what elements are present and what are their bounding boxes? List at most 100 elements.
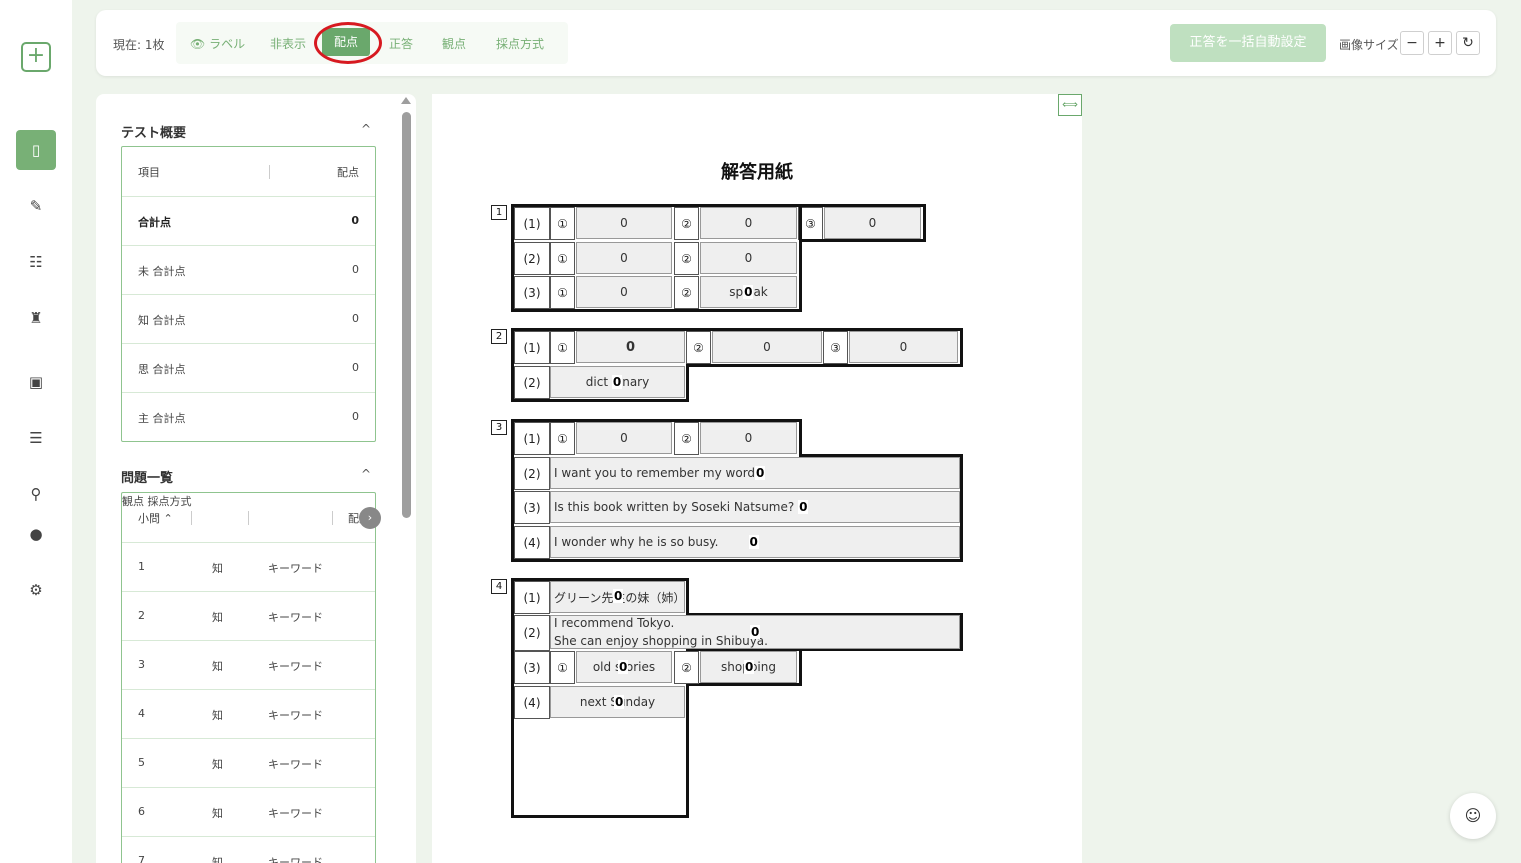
question-number: 3 [138,658,145,671]
questions-table: 小問 ⌃ 観点 採点方式 配点 › 1知キーワード 2知キーワード 3知キーワー… [121,492,381,863]
question-number: 6 [138,805,145,818]
sub-label: ② [674,422,699,455]
divider [191,511,192,525]
panel-scrollbar[interactable] [402,112,411,518]
sub-label: ② [674,276,699,309]
sheet-title: 解答用紙 [721,162,793,183]
block-border [960,454,963,562]
question-method: キーワード [268,709,323,722]
plus-icon[interactable]: + [21,42,51,72]
chevron-up-icon[interactable]: ^ [361,467,371,481]
row-value: 0 [351,214,359,227]
tab-viewpoint[interactable]: 観点 [442,35,466,52]
tab-label[interactable]: 👁 ラベル [190,35,245,52]
graduate-icon[interactable]: ♜ [16,298,56,338]
answer-cell[interactable]: I want you to remember my word 0 [550,457,960,489]
tab-scoring-method[interactable]: 採点方式 [496,35,544,52]
question-number: 3 [491,420,507,435]
table-row[interactable]: 3 知 キーワード [122,640,375,689]
divider [332,511,333,525]
list-icon[interactable]: ☰ [16,418,56,458]
question-method: キーワード [268,856,323,863]
points-badge: 0 [611,375,623,389]
points-badge: 0 [798,500,809,514]
answer-cell[interactable]: 0 [700,422,797,454]
points-badge: 0 [743,285,754,299]
points-badge: 0 [748,535,759,549]
table-row[interactable]: 5 知 キーワード [122,738,375,787]
tab-label-text: ラベル [209,37,246,51]
table-row[interactable]: 2 知 キーワード [122,591,375,640]
answer-cell[interactable]: 0 [576,422,672,454]
answer-cell[interactable]: 0 [576,331,685,363]
points-badge: 0 [618,660,629,674]
answer-cell[interactable]: sp 0 ak [700,276,797,308]
zoom-in-button[interactable]: + [1428,31,1452,55]
questions-title: 問題一覧 [121,471,174,486]
question-method: キーワード [268,807,323,820]
table-row: 合計点 0 [122,196,375,245]
question-viewpoint: 知 [212,758,223,771]
sub-label: ② [674,242,699,275]
table-row[interactable]: 6 知 キーワード [122,787,375,836]
table-row[interactable]: 7 知 キーワード [122,836,375,863]
highlight-circle [314,22,382,64]
scroll-up-arrow[interactable] [401,97,411,104]
col-method: 採点方式 [147,495,192,508]
table-row[interactable]: 1 知 キーワード [122,542,375,591]
split-view-icon[interactable]: ⟺ [1058,94,1082,116]
answer-cell[interactable]: 0 [576,242,672,274]
auto-set-answers-button[interactable]: 正答を一括自動設定 [1170,24,1326,62]
overview-title: テスト概要 [121,126,187,141]
question-viewpoint: 知 [212,709,223,722]
gear-icon[interactable]: ⚙ [16,570,56,610]
image-size-label: 画像サイズ: [1339,38,1403,52]
row-label: (1) [514,422,550,455]
points-badge: 0 [755,466,766,480]
chevron-up-icon[interactable]: ^ [361,122,371,136]
divider [248,511,249,525]
answer-cell[interactable]: 0 [849,331,958,363]
hierarchy-icon[interactable]: ⚲ [16,474,56,514]
question-number: 2 [491,329,507,344]
answer-cell[interactable]: Is this book written by Soseki Natsume? … [550,491,960,523]
pen-icon[interactable]: ✎ [16,186,56,226]
tab-answer[interactable]: 正答 [389,35,413,52]
points-badge: 0 [613,589,624,603]
answer-cell[interactable]: dict 0 nary [550,366,685,398]
answer-cell[interactable]: I wonder why he is so busy. 0 [550,526,960,558]
row-label: (3) [514,276,550,309]
col-viewpoint: 観点 [122,495,144,508]
group-icon[interactable]: ☷ [16,242,56,282]
document-icon[interactable]: ▯ [16,130,56,170]
table-row: 思 合計点 0 [122,343,375,392]
row-value: 0 [352,361,359,374]
question-number: 4 [491,579,507,594]
question-method: キーワード [268,611,323,624]
sort-icon[interactable]: ⌃ [164,512,173,525]
table-row: 主 合計点 0 [122,392,375,441]
col-small-question[interactable]: 小問 ⌃ [138,510,173,526]
user-icon[interactable]: ● [16,514,56,554]
row-label: (2) [514,615,550,651]
left-rail: + ▯ ✎ ☷ ♜ ▣ ☰ ⚲ ● ⚙ [0,0,72,863]
row-label: (2) [514,457,550,490]
row-label: (2) [514,242,550,275]
chat-support-icon[interactable]: ☺ [1450,793,1496,839]
reset-zoom-button[interactable]: ↻ [1456,31,1480,55]
sub-label: ② [674,651,699,684]
question-number: 7 [138,854,145,863]
answer-cell[interactable]: 0 [576,276,672,308]
question-method: キーワード [268,562,323,575]
table-row[interactable]: 4 知 キーワード [122,689,375,738]
tab-hide[interactable]: 非表示 [270,35,306,52]
answer-cell[interactable]: 0 [712,331,822,363]
row-label: (1) [514,331,550,364]
zoom-out-button[interactable]: − [1400,31,1424,55]
answer-cell[interactable]: 0 [700,242,797,274]
row-label: (3) [514,491,550,524]
question-number: 5 [138,756,145,769]
scroll-right-button[interactable]: › [359,507,381,529]
row-value: 0 [352,410,359,423]
image-icon[interactable]: ▣ [16,362,56,402]
